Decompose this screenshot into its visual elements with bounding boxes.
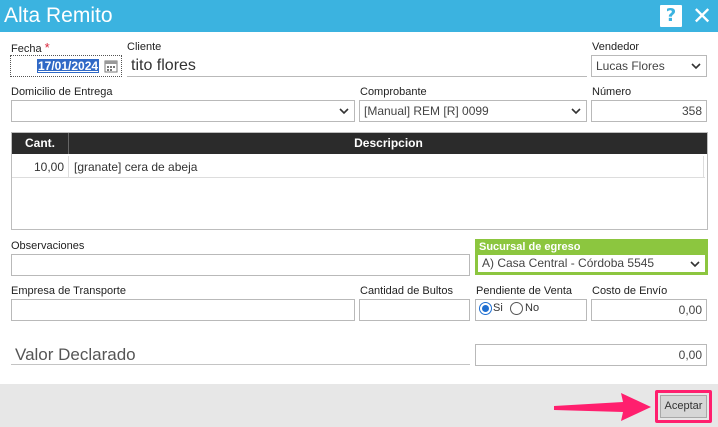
pendiente-si-radio[interactable]: [479, 302, 492, 315]
column-header-descripcion[interactable]: Descripcion: [70, 133, 707, 154]
pendiente-si-label: Si: [493, 302, 503, 314]
table-row[interactable]: 10,00 [granate] cera de abeja: [12, 156, 705, 178]
numero-input[interactable]: 358: [591, 100, 707, 122]
vendedor-value: Lucas Flores: [596, 59, 665, 73]
pendiente-no-label: No: [525, 302, 540, 314]
fecha-label: Fecha *: [11, 40, 50, 55]
numero-label: Número: [592, 86, 632, 98]
aceptar-button[interactable]: Aceptar: [660, 395, 707, 418]
cell-cant: 10,00: [12, 156, 69, 178]
comprobante-select[interactable]: [Manual] REM [R] 0099: [359, 100, 587, 122]
column-header-cant[interactable]: Cant.: [12, 133, 69, 154]
domicilio-select[interactable]: [11, 100, 355, 122]
fecha-field[interactable]: 17/01/2024: [10, 55, 122, 77]
observaciones-label: Observaciones: [11, 240, 85, 252]
sucursal-value: A) Casa Central - Córdoba 5545: [482, 256, 655, 270]
arrow-pointer-icon: [554, 393, 651, 421]
help-button[interactable]: ?: [660, 5, 682, 27]
vendedor-label: Vendedor: [592, 41, 640, 53]
items-grid: Cant. Descripcion 10,00 [granate] cera d…: [11, 132, 708, 230]
comprobante-label: Comprobante: [360, 86, 427, 98]
sucursal-label: Sucursal de egreso: [479, 241, 581, 253]
valor-declarado-input[interactable]: 0,00: [475, 344, 707, 366]
window-title: Alta Remito: [4, 4, 113, 27]
fecha-value: 17/01/2024: [37, 59, 100, 73]
cliente-input[interactable]: tito flores: [127, 54, 587, 77]
sucursal-panel: Sucursal de egreso A) Casa Central - Cór…: [475, 239, 708, 275]
cell-descripcion: [granate] cera de abeja: [74, 160, 198, 174]
transporte-input[interactable]: [11, 299, 355, 321]
required-mark: *: [44, 40, 50, 55]
bultos-input[interactable]: [359, 299, 470, 321]
calendar-icon[interactable]: [104, 59, 118, 73]
costo-envio-label: Costo de Envío: [592, 285, 668, 297]
window-titlebar: Alta Remito ? ✕: [0, 0, 718, 32]
grid-header: Cant. Descripcion: [12, 133, 707, 154]
valor-declarado-divider: [11, 364, 470, 365]
domicilio-label: Domicilio de Entrega: [11, 86, 113, 98]
comprobante-value: [Manual] REM [R] 0099: [364, 104, 489, 118]
pendiente-label: Pendiente de Venta: [476, 285, 573, 297]
chevron-down-icon: [570, 105, 582, 117]
cliente-label: Cliente: [127, 41, 162, 53]
sucursal-select[interactable]: A) Casa Central - Córdoba 5545: [477, 254, 706, 273]
costo-envio-input[interactable]: 0,00: [591, 299, 707, 321]
aceptar-highlight: Aceptar: [655, 390, 712, 423]
transporte-label: Empresa de Transporte: [11, 285, 126, 297]
chevron-down-icon: [338, 105, 350, 117]
pendiente-no-radio[interactable]: [510, 302, 523, 315]
valor-declarado-label: Valor Declarado: [15, 345, 136, 364]
close-button[interactable]: ✕: [690, 3, 714, 29]
chevron-down-icon: [690, 60, 702, 72]
row-divider: [703, 156, 704, 178]
chevron-down-icon: [689, 258, 701, 270]
vendedor-select[interactable]: Lucas Flores: [591, 55, 707, 77]
bultos-label: Cantidad de Bultos: [360, 285, 453, 297]
observaciones-input[interactable]: [11, 254, 470, 276]
